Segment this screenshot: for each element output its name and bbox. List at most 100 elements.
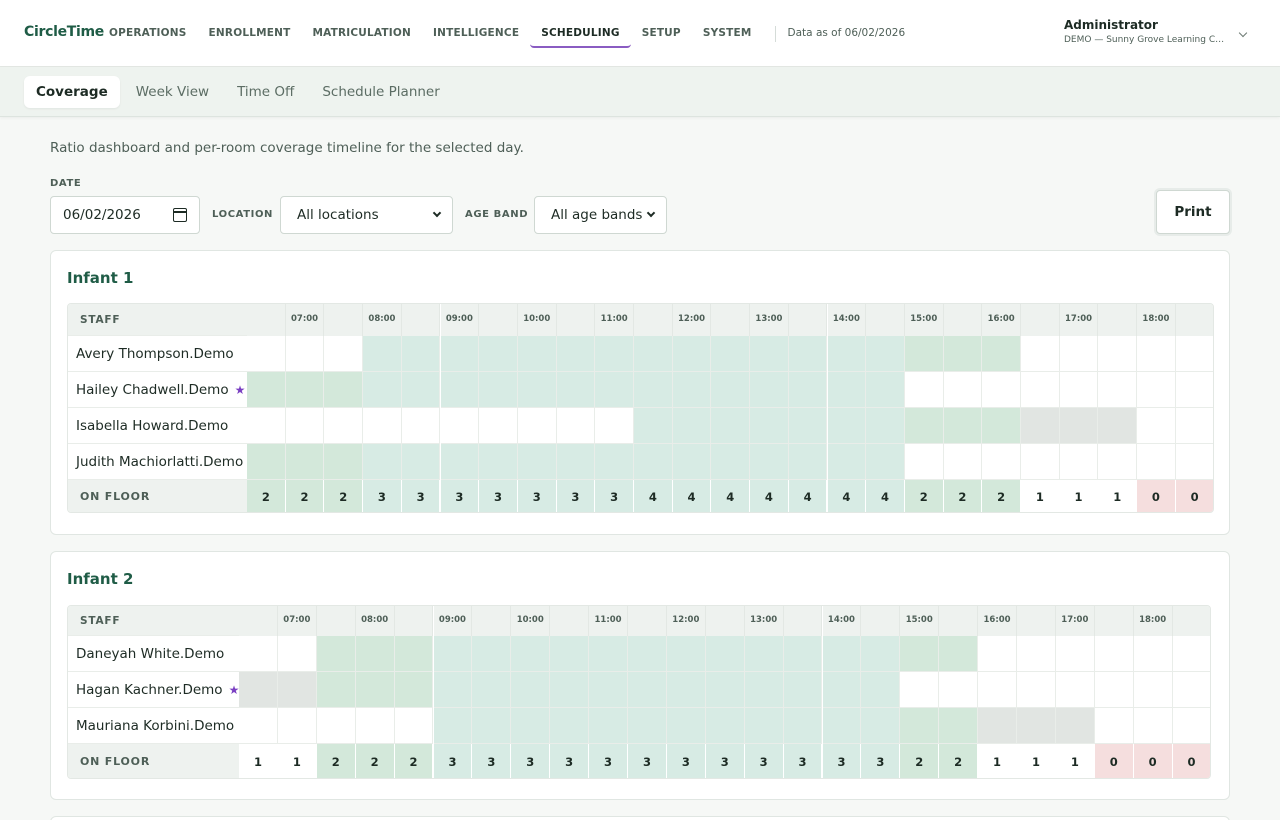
coverage-slot[interactable] <box>711 372 751 408</box>
coverage-slot[interactable] <box>1175 408 1213 444</box>
coverage-slot[interactable] <box>285 444 325 480</box>
coverage-slot[interactable] <box>628 636 667 672</box>
coverage-slot[interactable] <box>324 444 364 480</box>
coverage-slot[interactable] <box>900 672 940 708</box>
coverage-slot[interactable] <box>634 372 673 408</box>
coverage-slot[interactable] <box>556 372 596 408</box>
coverage-slot[interactable] <box>247 336 286 372</box>
coverage-slot[interactable] <box>943 336 983 372</box>
staff-name[interactable]: Daneyah White.Demo <box>68 636 239 672</box>
coverage-slot[interactable] <box>1098 444 1138 480</box>
coverage-slot[interactable] <box>1055 708 1095 744</box>
coverage-slot[interactable] <box>982 372 1021 408</box>
coverage-slot[interactable] <box>1137 408 1176 444</box>
coverage-slot[interactable] <box>982 408 1021 444</box>
brand-logo[interactable]: CircleTime <box>24 24 104 40</box>
coverage-slot[interactable] <box>472 636 512 672</box>
coverage-slot[interactable] <box>672 372 712 408</box>
coverage-slot[interactable] <box>239 672 278 708</box>
coverage-slot[interactable] <box>556 336 596 372</box>
nav-link-intelligence[interactable]: INTELLIGENCE <box>422 20 530 48</box>
coverage-slot[interactable] <box>672 408 712 444</box>
coverage-slot[interactable] <box>1137 444 1176 480</box>
coverage-slot[interactable] <box>1021 336 1060 372</box>
age-band-select[interactable]: All age bands <box>534 196 667 234</box>
coverage-slot[interactable] <box>595 372 634 408</box>
staff-name[interactable]: Judith Machiorlatti.Demo <box>68 444 247 480</box>
coverage-slot[interactable] <box>401 336 441 372</box>
coverage-slot[interactable] <box>1021 408 1060 444</box>
coverage-slot[interactable] <box>1094 636 1134 672</box>
staff-name[interactable]: Mauriana Korbini.Demo <box>68 708 239 744</box>
coverage-slot[interactable] <box>1017 708 1056 744</box>
coverage-slot[interactable] <box>1059 408 1099 444</box>
coverage-slot[interactable] <box>324 408 364 444</box>
coverage-slot[interactable] <box>550 672 590 708</box>
date-input[interactable]: 06/02/2026 <box>50 196 200 234</box>
coverage-slot[interactable] <box>866 444 905 480</box>
coverage-slot[interactable] <box>479 408 518 444</box>
coverage-slot[interactable] <box>904 336 944 372</box>
coverage-slot[interactable] <box>285 372 325 408</box>
coverage-slot[interactable] <box>511 672 551 708</box>
tab-week-view[interactable]: Week View <box>124 76 221 108</box>
coverage-slot[interactable] <box>939 636 979 672</box>
coverage-slot[interactable] <box>788 336 828 372</box>
coverage-slot[interactable] <box>556 408 596 444</box>
coverage-slot[interactable] <box>634 444 673 480</box>
coverage-slot[interactable] <box>1137 372 1176 408</box>
coverage-slot[interactable] <box>672 444 712 480</box>
coverage-slot[interactable] <box>247 444 286 480</box>
coverage-slot[interactable] <box>666 672 706 708</box>
nav-link-operations[interactable]: OPERATIONS <box>98 20 198 48</box>
coverage-slot[interactable] <box>472 708 512 744</box>
staff-name[interactable]: Hailey Chadwell.Demo ★ <box>68 372 247 408</box>
coverage-slot[interactable] <box>982 444 1021 480</box>
coverage-slot[interactable] <box>628 708 667 744</box>
coverage-slot[interactable] <box>866 372 905 408</box>
coverage-slot[interactable] <box>788 444 828 480</box>
coverage-slot[interactable] <box>517 408 557 444</box>
coverage-slot[interactable] <box>1059 444 1099 480</box>
coverage-slot[interactable] <box>1175 444 1213 480</box>
coverage-slot[interactable] <box>1094 672 1134 708</box>
coverage-slot[interactable] <box>517 336 557 372</box>
coverage-slot[interactable] <box>239 708 278 744</box>
coverage-slot[interactable] <box>589 636 628 672</box>
coverage-slot[interactable] <box>861 708 901 744</box>
coverage-slot[interactable] <box>783 636 823 672</box>
location-select[interactable]: All locations <box>280 196 453 234</box>
coverage-slot[interactable] <box>247 408 286 444</box>
coverage-slot[interactable] <box>783 708 823 744</box>
coverage-slot[interactable] <box>705 672 745 708</box>
coverage-slot[interactable] <box>316 672 356 708</box>
coverage-slot[interactable] <box>827 336 867 372</box>
coverage-slot[interactable] <box>394 636 434 672</box>
nav-link-matriculation[interactable]: MATRICULATION <box>301 20 422 48</box>
coverage-slot[interactable] <box>827 408 867 444</box>
coverage-slot[interactable] <box>1133 636 1173 672</box>
coverage-slot[interactable] <box>316 708 356 744</box>
coverage-slot[interactable] <box>239 636 278 672</box>
coverage-slot[interactable] <box>1137 336 1176 372</box>
coverage-slot[interactable] <box>744 672 784 708</box>
coverage-slot[interactable] <box>666 708 706 744</box>
tab-time-off[interactable]: Time Off <box>225 76 306 108</box>
coverage-slot[interactable] <box>1017 672 1056 708</box>
coverage-slot[interactable] <box>550 708 590 744</box>
coverage-slot[interactable] <box>1094 708 1134 744</box>
coverage-slot[interactable] <box>440 444 480 480</box>
coverage-slot[interactable] <box>1021 372 1060 408</box>
coverage-slot[interactable] <box>711 336 751 372</box>
coverage-slot[interactable] <box>479 372 518 408</box>
coverage-slot[interactable] <box>939 672 979 708</box>
coverage-slot[interactable] <box>900 636 940 672</box>
coverage-slot[interactable] <box>1017 636 1056 672</box>
coverage-slot[interactable] <box>1098 372 1138 408</box>
coverage-slot[interactable] <box>1098 408 1138 444</box>
coverage-slot[interactable] <box>589 672 628 708</box>
coverage-slot[interactable] <box>324 372 364 408</box>
coverage-slot[interactable] <box>943 444 983 480</box>
coverage-slot[interactable] <box>822 708 862 744</box>
coverage-slot[interactable] <box>433 708 473 744</box>
